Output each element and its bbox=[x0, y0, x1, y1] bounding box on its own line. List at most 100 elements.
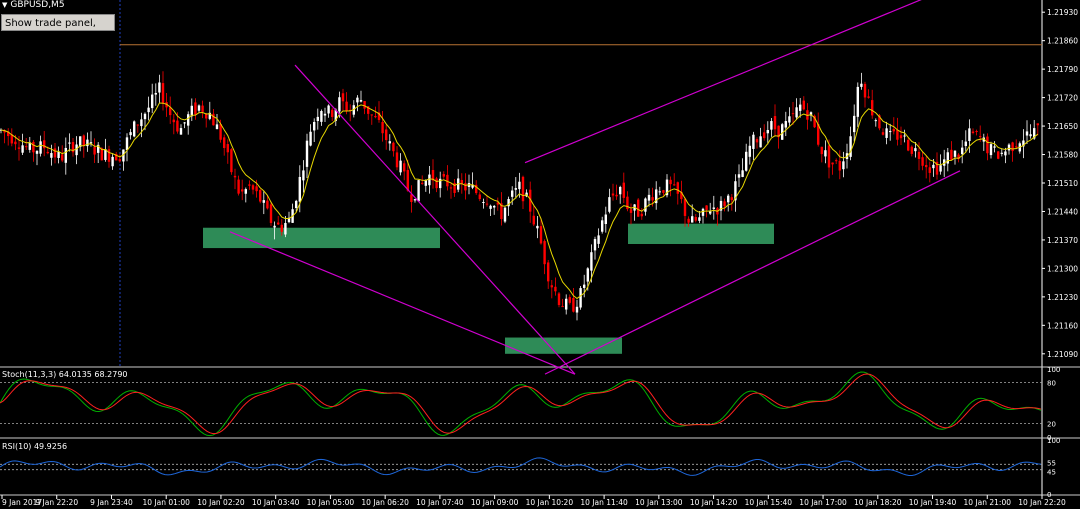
candle-body bbox=[201, 105, 204, 112]
show-trade-panel-button[interactable]: Show trade panel, Alt+T bbox=[1, 14, 115, 46]
x-tick-label: 10 Jan 05:00 bbox=[307, 498, 355, 507]
candle-body bbox=[561, 306, 564, 308]
candle-body bbox=[269, 204, 273, 223]
candle-body bbox=[986, 136, 989, 154]
candle-body bbox=[712, 207, 715, 209]
x-tick-label: 10 Jan 11:40 bbox=[580, 498, 628, 507]
candle-body bbox=[251, 185, 255, 190]
candle-body bbox=[194, 102, 197, 115]
candle-body bbox=[410, 194, 413, 202]
candle-body bbox=[673, 184, 676, 186]
x-tick-label: 10 Jan 18:20 bbox=[854, 498, 902, 507]
x-tick-label: 10 Jan 10:20 bbox=[526, 498, 574, 507]
x-tick-label: 10 Jan 06:20 bbox=[361, 498, 409, 507]
candle-body bbox=[536, 225, 539, 229]
candle-body bbox=[856, 86, 859, 117]
x-tick-label: 10 Jan 02:20 bbox=[197, 498, 245, 507]
candle-body bbox=[1015, 146, 1018, 148]
candle-body bbox=[190, 105, 193, 117]
candle-body bbox=[644, 198, 647, 212]
candle-body bbox=[802, 100, 805, 110]
candle-body bbox=[374, 115, 377, 118]
candle-body bbox=[676, 182, 679, 194]
candle-body bbox=[140, 119, 143, 127]
x-tick-label: 9 Jan 22:20 bbox=[35, 498, 78, 507]
channel-line-3 bbox=[544, 170, 961, 375]
candle-body bbox=[683, 198, 687, 216]
candle-body bbox=[730, 197, 733, 201]
candle-body bbox=[359, 99, 363, 102]
y-tick-label: 1.21510 bbox=[1047, 179, 1078, 188]
candle-body bbox=[593, 239, 597, 251]
candle-body bbox=[244, 189, 247, 194]
candle-body bbox=[759, 136, 762, 148]
candle-body bbox=[435, 178, 438, 189]
candle-body bbox=[773, 116, 777, 130]
candle-body bbox=[478, 194, 481, 200]
stoch-tick-label: 100 bbox=[1047, 366, 1060, 374]
x-tick-label: 10 Jan 22:20 bbox=[1018, 498, 1066, 507]
candle-body bbox=[363, 101, 366, 109]
x-tick-label: 10 Jan 07:40 bbox=[416, 498, 464, 507]
candle-body bbox=[327, 105, 330, 114]
candle-body bbox=[968, 128, 971, 142]
candle-body bbox=[745, 151, 748, 171]
candle-body bbox=[824, 150, 827, 157]
candle-body bbox=[741, 170, 744, 177]
candle-body bbox=[766, 130, 769, 134]
y-tick-label: 1.21860 bbox=[1047, 37, 1078, 46]
candle-body bbox=[687, 218, 690, 223]
chart-canvas[interactable]: 1.21930 1.21860 1.21790 1.21720 1.21650 1.215… bbox=[0, 0, 1080, 509]
candle-body bbox=[896, 129, 899, 140]
candle-body bbox=[727, 195, 730, 203]
y-tick-label: 1.21300 bbox=[1047, 264, 1078, 273]
candle-body bbox=[395, 152, 399, 168]
candle-body bbox=[989, 144, 993, 156]
candle-body bbox=[532, 215, 535, 225]
candle-body bbox=[997, 151, 1000, 159]
candle-body bbox=[136, 124, 139, 126]
candle-body bbox=[14, 141, 17, 145]
candle-body bbox=[485, 203, 489, 205]
y-tick-label: 1.21650 bbox=[1047, 122, 1078, 131]
candle-body bbox=[323, 113, 327, 116]
rsi-tick-label: 45 bbox=[1047, 468, 1056, 476]
x-tick-label: 10 Jan 13:00 bbox=[635, 498, 683, 507]
candle-body bbox=[539, 226, 543, 244]
candle-body bbox=[867, 96, 870, 98]
candle-body bbox=[899, 135, 903, 139]
candle-body bbox=[223, 137, 226, 148]
candle-body bbox=[331, 109, 334, 117]
candle-body bbox=[820, 146, 823, 155]
candle-body bbox=[601, 220, 604, 232]
candle-body bbox=[255, 186, 258, 192]
candle-body bbox=[737, 174, 741, 178]
candle-body bbox=[460, 180, 463, 184]
candle-body bbox=[1000, 152, 1003, 154]
candle-body bbox=[615, 194, 618, 197]
candle-body bbox=[233, 175, 237, 178]
x-tick-label: 10 Jan 17:00 bbox=[799, 498, 847, 507]
candle-body bbox=[651, 197, 654, 201]
candle-body bbox=[842, 161, 845, 170]
candle-body bbox=[503, 207, 507, 222]
candle-body bbox=[835, 160, 838, 162]
candle-body bbox=[406, 170, 409, 191]
candle-body bbox=[662, 190, 665, 193]
candle-body bbox=[557, 293, 561, 306]
candle-body bbox=[489, 205, 492, 209]
candle-body bbox=[280, 224, 283, 232]
candle-body bbox=[226, 144, 229, 153]
candle-body bbox=[388, 141, 391, 144]
candle-body bbox=[597, 235, 600, 244]
candle-body bbox=[608, 197, 611, 212]
candle-body bbox=[345, 101, 348, 112]
candle-body bbox=[993, 146, 996, 148]
x-tick-label: 9 Jan 23:40 bbox=[90, 498, 133, 507]
candle-body bbox=[370, 114, 373, 116]
candle-body bbox=[417, 180, 420, 202]
candle-body bbox=[511, 190, 514, 197]
candle-body bbox=[518, 181, 521, 190]
candle-body bbox=[1007, 144, 1011, 151]
candle-body bbox=[611, 193, 615, 196]
